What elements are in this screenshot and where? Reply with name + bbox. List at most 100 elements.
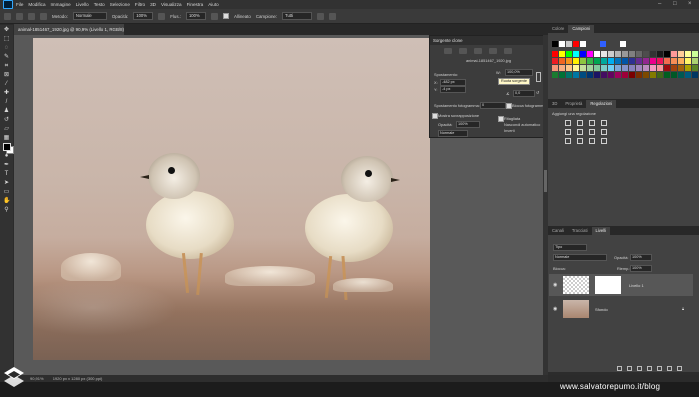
color-swatch[interactable]: [678, 51, 684, 57]
add-mask-icon[interactable]: [637, 366, 642, 371]
color-swatch[interactable]: [650, 65, 656, 71]
color-swatch[interactable]: [622, 72, 628, 78]
color-swatch[interactable]: [685, 72, 691, 78]
opacity-field[interactable]: 100%: [133, 12, 154, 20]
color-swatch[interactable]: [636, 51, 642, 57]
color-swatch[interactable]: [608, 65, 614, 71]
mode-select[interactable]: Normale: [72, 12, 107, 20]
clone-source-5-icon[interactable]: [504, 48, 512, 54]
color-swatch[interactable]: [559, 65, 565, 71]
color-balance-icon[interactable]: [589, 129, 595, 135]
color-swatch[interactable]: [678, 58, 684, 64]
color-swatch[interactable]: [615, 58, 621, 64]
color-swatch[interactable]: [664, 65, 670, 71]
tab-3d[interactable]: 3D: [548, 100, 561, 108]
menu-selezione[interactable]: Selezione: [110, 2, 130, 7]
reset-transform-icon[interactable]: ↺: [536, 90, 539, 95]
color-swatch[interactable]: [643, 65, 649, 71]
airbrush-icon[interactable]: [210, 12, 218, 20]
color-swatch[interactable]: [608, 58, 614, 64]
menu-filtro[interactable]: Filtro: [135, 2, 145, 7]
color-swatch[interactable]: [594, 58, 600, 64]
menu-immagine[interactable]: Immagine: [51, 2, 71, 7]
flow-field[interactable]: 100%: [185, 12, 206, 20]
color-swatch[interactable]: [678, 72, 684, 78]
hue-saturation-icon[interactable]: [577, 129, 583, 135]
healing-brush-tool-icon[interactable]: ✚: [3, 90, 10, 97]
lasso-tool-icon[interactable]: ◌: [3, 45, 10, 52]
color-swatch[interactable]: [636, 65, 642, 71]
maximize-icon[interactable]: □: [673, 1, 677, 7]
menu-finestra[interactable]: Finestra: [187, 2, 204, 7]
clone-source-2-icon[interactable]: [459, 48, 467, 54]
menu-testo[interactable]: Testo: [94, 2, 105, 7]
layer-style-icon[interactable]: [627, 366, 632, 371]
color-swatch[interactable]: [601, 72, 607, 78]
pen-tool-icon[interactable]: ✒: [3, 162, 10, 169]
color-swatch[interactable]: [629, 51, 635, 57]
recent-swatch[interactable]: [573, 41, 579, 47]
clone-stamp-tool-icon[interactable]: [4, 12, 11, 20]
color-swatch[interactable]: [587, 58, 593, 64]
close-icon[interactable]: ×: [688, 1, 692, 7]
tab-paths[interactable]: Tracciati: [568, 227, 592, 235]
adjustment-layer-icon[interactable]: [647, 366, 652, 371]
eyedropper-tool-icon[interactable]: ⁄: [3, 81, 10, 88]
brush-settings-icon[interactable]: [28, 12, 35, 20]
color-swatch[interactable]: [692, 65, 698, 71]
color-swatch[interactable]: [671, 65, 677, 71]
minimize-icon[interactable]: –: [658, 1, 661, 7]
clone-source-panel-icon[interactable]: [40, 12, 47, 20]
color-swatch[interactable]: [657, 51, 663, 57]
photoshop-logo-icon[interactable]: [3, 0, 13, 9]
menu-file[interactable]: File: [16, 2, 23, 7]
frame-tool-icon[interactable]: ⊠: [3, 72, 10, 79]
link-layers-icon[interactable]: [617, 366, 622, 371]
color-swatch[interactable]: [622, 51, 628, 57]
color-swatch[interactable]: [573, 72, 579, 78]
dodge-tool-icon[interactable]: ●: [3, 153, 10, 160]
color-swatch[interactable]: [671, 58, 677, 64]
color-swatch[interactable]: [671, 51, 677, 57]
color-swatch[interactable]: [608, 72, 614, 78]
ignore-adjustment-layers-icon[interactable]: [317, 12, 325, 20]
color-swatch[interactable]: [594, 51, 600, 57]
color-swatch[interactable]: [580, 72, 586, 78]
frame-offset-field[interactable]: 0: [480, 102, 506, 109]
color-swatch[interactable]: [629, 58, 635, 64]
clone-source-1-icon[interactable]: [444, 48, 452, 54]
color-swatch[interactable]: [580, 65, 586, 71]
offset-y-field[interactable]: -4 px: [440, 86, 466, 93]
color-swatch[interactable]: [566, 65, 572, 71]
delete-layer-icon[interactable]: [677, 366, 682, 371]
color-swatch[interactable]: [552, 58, 558, 64]
recent-swatch[interactable]: [559, 41, 565, 47]
visibility-eye-icon[interactable]: ◉: [553, 306, 557, 312]
recent-swatch[interactable]: [566, 41, 572, 47]
angle-field[interactable]: 0,0: [513, 90, 535, 97]
zoom-tool-icon[interactable]: ⚲: [3, 207, 10, 214]
color-swatch[interactable]: [664, 58, 670, 64]
link-scale-icon[interactable]: [536, 72, 541, 82]
rectangle-tool-icon[interactable]: ▭: [3, 189, 10, 196]
foreground-color-swatch[interactable]: [3, 143, 11, 151]
tab-properties[interactable]: Proprietà: [561, 100, 586, 108]
color-swatch[interactable]: [657, 65, 663, 71]
color-swatch[interactable]: [615, 72, 621, 78]
color-swatch[interactable]: [685, 58, 691, 64]
clone-source-3-icon[interactable]: [474, 48, 482, 54]
color-swatch[interactable]: [601, 65, 607, 71]
document-tab[interactable]: animal-1851467_1920.jpg @ 90,9% (Livello…: [14, 24, 124, 43]
color-swatch[interactable]: [608, 51, 614, 57]
color-swatch[interactable]: [573, 51, 579, 57]
overlay-opacity-field[interactable]: 100%: [456, 121, 480, 128]
color-swatch[interactable]: [664, 72, 670, 78]
layer-row[interactable]: ◉ Livello 1: [549, 274, 693, 296]
levels-icon[interactable]: [577, 120, 583, 126]
tab-color[interactable]: Colore: [548, 25, 568, 33]
curves-icon[interactable]: [589, 120, 595, 126]
new-layer-icon[interactable]: [667, 366, 672, 371]
gradient-tool-icon[interactable]: ▦: [3, 135, 10, 142]
color-swatch[interactable]: [552, 51, 558, 57]
layer-row[interactable]: ◉ Sfondo 🔒︎: [549, 298, 693, 320]
